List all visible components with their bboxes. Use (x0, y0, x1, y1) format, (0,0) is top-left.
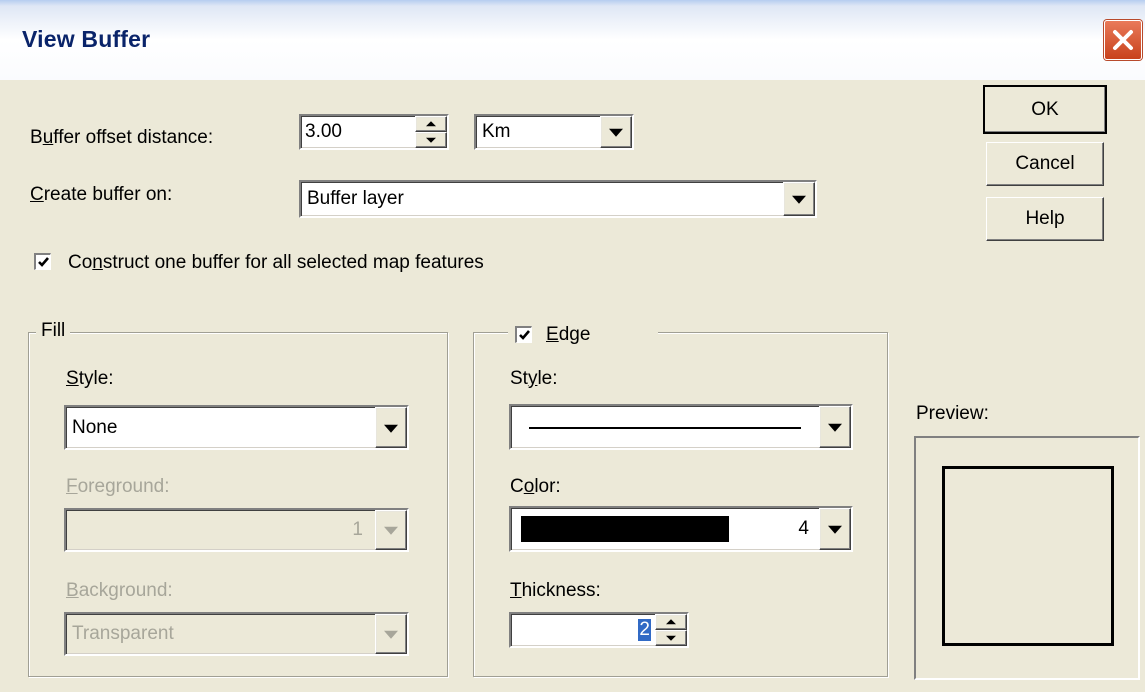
cancel-button-label: Cancel (1015, 153, 1075, 174)
color-swatch (521, 516, 729, 542)
edge-thickness-label: Thickness: (510, 580, 601, 601)
offset-distance-value: 3.00 (305, 121, 342, 142)
fill-background-select[interactable]: Transparent (64, 612, 409, 656)
fill-style-dropdown-button[interactable] (375, 407, 407, 448)
help-button-label: Help (1025, 208, 1065, 229)
ok-button-label: OK (1031, 98, 1059, 120)
checkmark-icon (38, 257, 49, 267)
edge-thickness-value: 2 (638, 619, 651, 641)
cancel-button[interactable]: Cancel (986, 142, 1104, 186)
edge-thickness-input[interactable]: 2 (509, 612, 689, 648)
edge-color-dropdown-button[interactable] (819, 508, 851, 550)
ok-button[interactable]: OK (983, 85, 1107, 134)
chevron-down-icon (384, 630, 398, 639)
fill-style-select[interactable]: None (64, 405, 409, 450)
window-title: View Buffer (22, 26, 151, 52)
thickness-spin-down-button[interactable] (655, 630, 687, 646)
create-buffer-on-label: Create buffer on: (30, 184, 173, 205)
checkmark-icon (519, 330, 530, 340)
close-icon (1113, 30, 1133, 50)
edge-checkbox-label: Edge (546, 324, 591, 345)
arrow-down-icon (426, 137, 436, 143)
close-button[interactable] (1104, 20, 1142, 60)
offset-spin-up-button[interactable] (415, 116, 447, 132)
fill-group-legend: Fill (36, 320, 71, 342)
construct-one-buffer-checkbox[interactable] (34, 253, 51, 270)
fill-foreground-label: Foreground: (66, 476, 170, 497)
edge-checkbox[interactable] (515, 326, 532, 343)
offset-spin-down-button[interactable] (415, 132, 447, 148)
fill-style-label: Style: (66, 368, 114, 389)
edge-color-value: 4 (798, 518, 809, 539)
preview-label: Preview: (916, 403, 989, 424)
unit-select[interactable]: Km (474, 114, 634, 150)
offset-distance-label: Buffer offset distance: (30, 127, 214, 148)
fill-foreground-dropdown-button[interactable] (375, 510, 407, 550)
edge-color-select[interactable]: 4 (509, 506, 853, 552)
preview-pane (914, 436, 1140, 680)
chevron-down-icon (384, 424, 398, 433)
create-buffer-on-dropdown-button[interactable] (783, 182, 815, 216)
fill-background-value: Transparent (72, 623, 174, 644)
help-button[interactable]: Help (986, 197, 1104, 241)
fill-background-dropdown-button[interactable] (375, 614, 407, 654)
create-buffer-on-value: Buffer layer (307, 188, 404, 209)
arrow-down-icon (666, 635, 676, 641)
fill-style-value: None (72, 416, 118, 438)
chevron-down-icon (384, 526, 398, 535)
preview-buffer-shape (942, 466, 1114, 646)
create-buffer-on-select[interactable]: Buffer layer (299, 180, 817, 218)
title-bar (0, 0, 1145, 80)
unit-dropdown-button[interactable] (600, 116, 632, 148)
fill-foreground-select[interactable]: 1 (64, 508, 409, 552)
unit-value: Km (482, 121, 511, 142)
offset-distance-input[interactable]: 3.00 (299, 114, 449, 150)
chevron-down-icon (828, 525, 842, 534)
edge-style-label: Style: (510, 368, 558, 389)
construct-one-buffer-label: Construct one buffer for all selected ma… (68, 252, 484, 273)
fill-foreground-value: 1 (352, 519, 363, 540)
arrow-up-icon (426, 121, 436, 127)
edge-color-label: Color: (510, 476, 561, 497)
line-style-preview (529, 427, 801, 429)
chevron-down-icon (828, 423, 842, 432)
edge-style-select[interactable] (509, 404, 853, 450)
chevron-down-icon (609, 128, 623, 137)
chevron-down-icon (792, 195, 806, 204)
thickness-spin-up-button[interactable] (655, 614, 687, 630)
fill-background-label: Background: (66, 580, 173, 601)
edge-style-dropdown-button[interactable] (819, 406, 851, 448)
arrow-up-icon (666, 619, 676, 625)
